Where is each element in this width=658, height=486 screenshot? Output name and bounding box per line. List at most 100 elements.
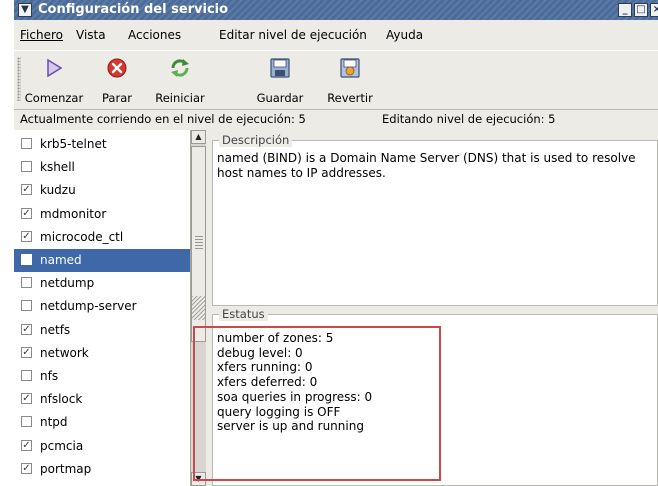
service-row-named[interactable]: named <box>14 249 190 272</box>
description-frame: Descripción named (BIND) is a Domain Nam… <box>212 133 658 306</box>
service-checkbox[interactable] <box>21 300 32 312</box>
estatus-line: xfers deferred: 0 <box>217 375 318 390</box>
service-row-kudzu[interactable]: ✓ kudzu <box>14 179 190 202</box>
stop-label: Parar <box>102 91 132 105</box>
service-checkbox[interactable]: ✓ <box>21 323 32 335</box>
details-pane: Descripción named (BIND) is a Domain Nam… <box>210 130 658 486</box>
close-icon[interactable]: × <box>650 3 658 17</box>
service-name: named <box>40 253 82 267</box>
revert-label: Revertir <box>327 91 373 105</box>
estatus-line: xfers running: 0 <box>217 360 313 375</box>
service-name: netdump <box>40 276 95 291</box>
service-checkbox[interactable]: ✓ <box>21 184 32 196</box>
service-row-mdmonitor[interactable]: ✓ mdmonitor <box>14 203 190 226</box>
menu-bar: Fichero Vista Acciones Editar nivel de e… <box>14 22 658 48</box>
menu-acciones-label: Acciones <box>128 28 182 42</box>
save-button[interactable]: Guardar <box>250 53 310 107</box>
restart-icon <box>171 59 189 77</box>
menu-vista-label: Vista <box>76 28 106 42</box>
save-label-text: Guardar <box>256 91 304 105</box>
menu-ayuda-label: Ayuda <box>386 28 424 42</box>
service-checkbox[interactable] <box>21 370 32 381</box>
service-name: portmap <box>40 461 92 476</box>
service-checkbox[interactable] <box>21 254 32 265</box>
service-config-window: ▼ Configuración del servicio _ □ × Fiche… <box>14 0 658 486</box>
stop-icon <box>107 58 127 78</box>
toolbar: Comenzar Parar Reiniciar Guardar Reverti… <box>14 50 658 110</box>
estatus-label: Estatus <box>219 307 268 321</box>
restart-label: Reiniciar <box>155 91 205 105</box>
service-name: network <box>40 345 89 360</box>
service-row-portmap[interactable]: ✓ portmap <box>14 458 190 481</box>
current-runlevel-text: Actualmente corriendo en el nivel de eje… <box>20 112 306 126</box>
pane-resize-handle[interactable] <box>192 296 206 320</box>
minimize-icon[interactable]: _ <box>618 3 632 17</box>
service-name: krb5-telnet <box>40 137 107 151</box>
service-row-krb5-telnet[interactable]: krb5-telnet <box>14 133 190 156</box>
service-name: ntpd <box>40 415 68 430</box>
scroll-down-icon[interactable]: ▼ <box>191 472 206 486</box>
service-row-netdump[interactable]: netdump <box>14 272 190 295</box>
description-label: Descripción <box>219 133 293 147</box>
service-checkbox[interactable] <box>21 416 32 428</box>
description-text: named (BIND) is a Domain Name Server (DN… <box>217 151 636 180</box>
window-title: Configuración del servicio <box>38 2 229 17</box>
menu-editar-nivel[interactable]: Editar nivel de ejecución <box>219 28 367 42</box>
menu-acciones[interactable]: Acciones <box>128 28 181 42</box>
start-label: Comenzar <box>24 91 84 105</box>
service-row-netfs[interactable]: ✓ netfs <box>14 319 190 342</box>
restart-button[interactable]: Reiniciar <box>148 53 212 107</box>
service-list: krb5-telnet kshell ✓ kudzu ✓ mdmonitor ✓ microc… <box>14 130 191 486</box>
service-row-netdump-server[interactable]: netdump-server <box>14 295 190 318</box>
scroll-up-icon[interactable]: ▲ <box>191 130 206 144</box>
service-name: mdmonitor <box>40 206 107 221</box>
service-checkbox[interactable]: ✓ <box>21 346 32 358</box>
estatus-line: debug level: 0 <box>217 345 303 360</box>
menu-editar-nivel-label: Editar nivel de ejecución <box>219 28 367 42</box>
service-name: kudzu <box>40 183 76 198</box>
menu-fichero[interactable]: Fichero <box>20 28 63 42</box>
menu-ayuda[interactable]: Ayuda <box>386 28 423 42</box>
editing-runlevel-text: Editando nivel de ejecución: 5 <box>382 112 556 126</box>
stop-button[interactable]: Parar <box>90 53 144 107</box>
menu-vista[interactable]: Vista <box>76 28 106 42</box>
status-bar: Actualmente corriendo en el nivel de eje… <box>14 110 658 128</box>
title-bar[interactable]: ▼ Configuración del servicio _ □ × <box>14 0 658 20</box>
service-name: netfs <box>40 322 71 337</box>
window-menu-chevron-icon[interactable]: ▼ <box>18 3 32 17</box>
service-row-pcmcia[interactable]: ✓ pcmcia <box>14 435 190 458</box>
service-name: pcmcia <box>40 438 84 453</box>
estatus-line: query logging is OFF <box>217 404 341 419</box>
service-name: microcode_ctl <box>40 229 124 244</box>
revert-icon <box>340 58 360 78</box>
service-checkbox[interactable]: ✓ <box>21 207 32 219</box>
service-row-kshell[interactable]: kshell <box>14 156 190 179</box>
service-row-nfslock[interactable]: ✓ nfslock <box>14 388 190 411</box>
save-icon <box>270 58 290 78</box>
service-checkbox[interactable] <box>21 277 32 289</box>
service-checkbox[interactable]: ✓ <box>21 439 32 451</box>
service-checkbox[interactable]: ✓ <box>21 393 32 405</box>
estatus-frame: Estatus number of zones: 5 debug level: 0… <box>212 307 658 486</box>
maximize-icon[interactable]: □ <box>634 3 648 17</box>
revert-button[interactable]: Revertir <box>320 53 380 107</box>
service-row-ntpd[interactable]: ntpd <box>14 411 190 434</box>
service-row-nfs[interactable]: nfs <box>14 365 190 388</box>
service-checkbox[interactable] <box>21 138 32 149</box>
service-row-network[interactable]: ✓ network <box>14 342 190 365</box>
toolbar-grip[interactable] <box>17 57 21 101</box>
service-row-microcode_ctl[interactable]: ✓ microcode_ctl <box>14 226 190 249</box>
service-checkbox[interactable] <box>21 161 32 173</box>
start-button[interactable]: Comenzar <box>22 53 86 107</box>
menu-fichero-label: Fichero <box>20 28 63 42</box>
service-name: nfs <box>40 369 59 383</box>
service-name: kshell <box>40 160 75 175</box>
play-icon <box>47 58 63 78</box>
estatus-line: server is up and running <box>217 419 364 434</box>
save-label: Guardar <box>250 91 310 105</box>
estatus-line: number of zones: 5 <box>217 331 334 345</box>
service-name: nfslock <box>40 392 83 407</box>
service-checkbox[interactable]: ✓ <box>21 230 32 242</box>
service-name: netdump-server <box>40 299 137 314</box>
service-checkbox[interactable]: ✓ <box>21 462 32 474</box>
